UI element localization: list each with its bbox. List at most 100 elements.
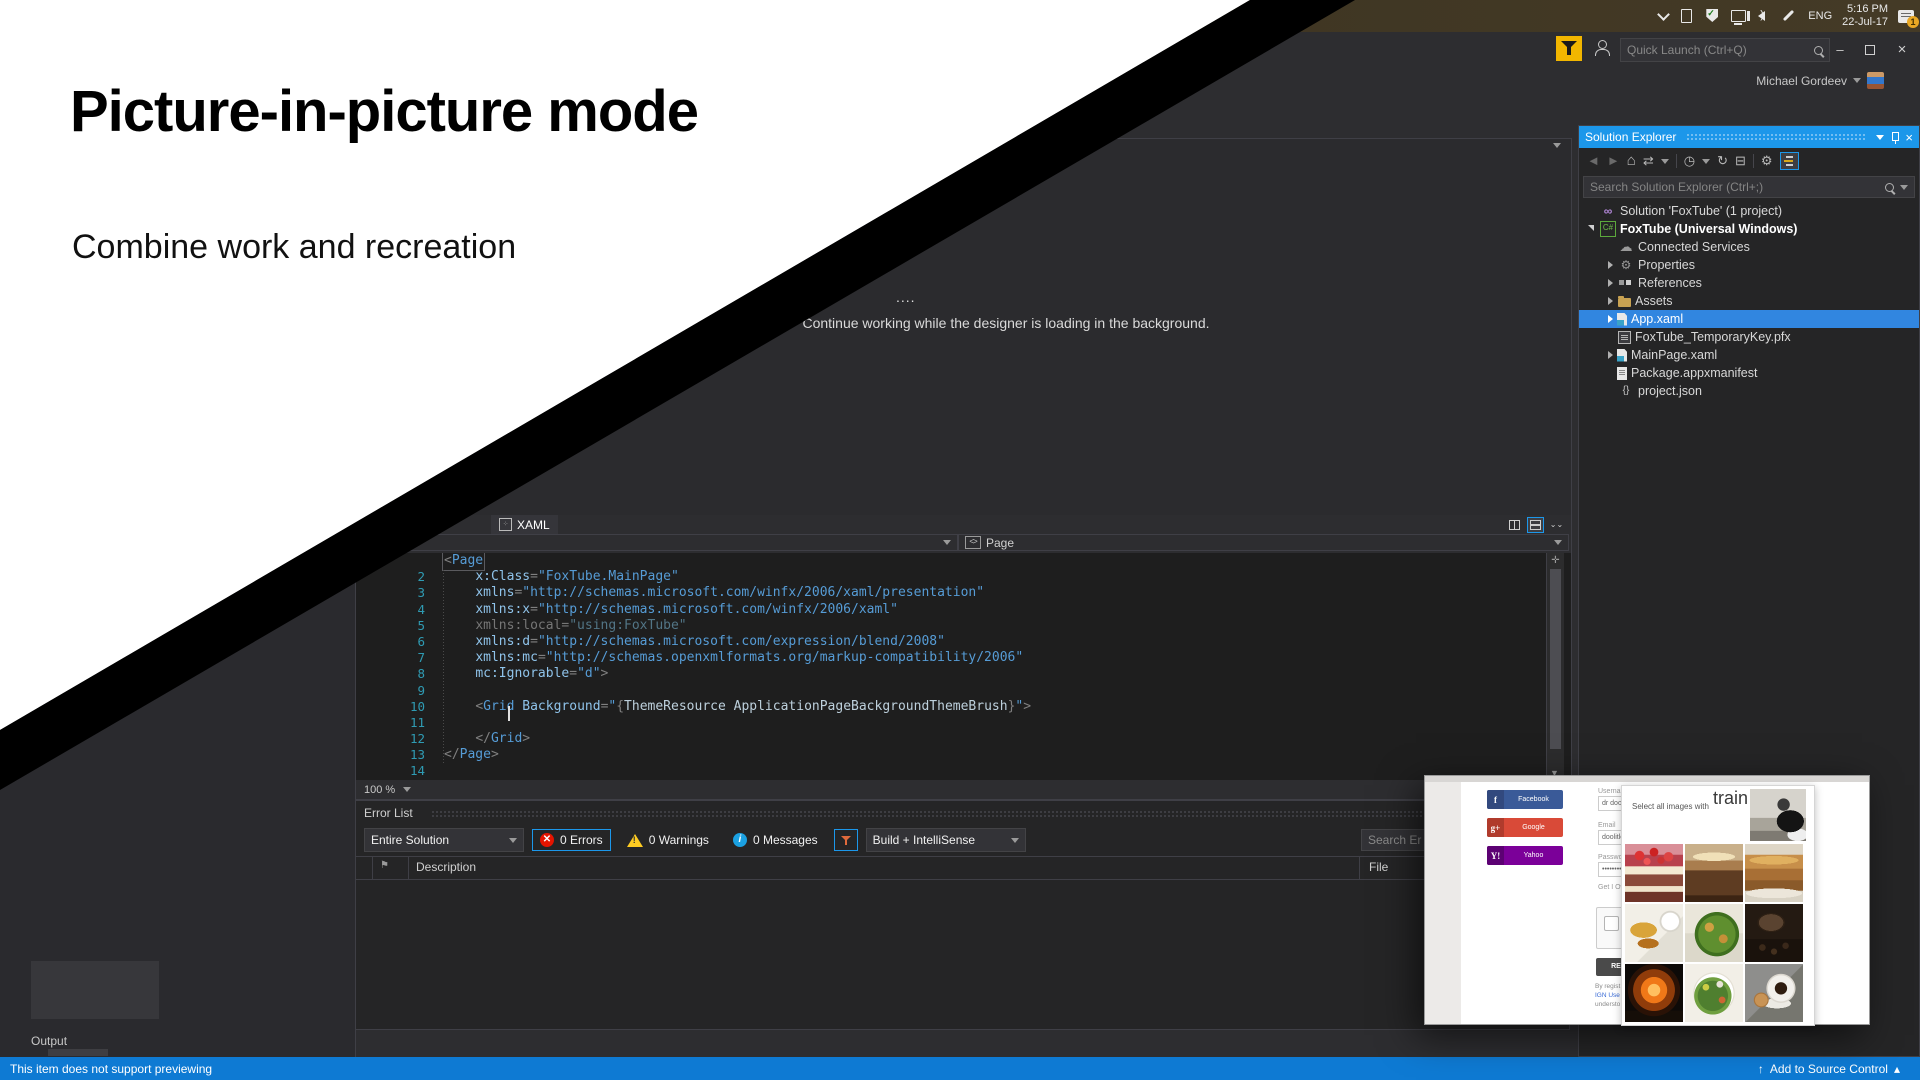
- tab-output[interactable]: Output: [31, 1034, 67, 1048]
- pip-window[interactable]: f Facebook g+ Google Y! Yahoo Userna dr …: [1424, 775, 1870, 1025]
- scope-filter-combo[interactable]: Entire Solution: [364, 828, 524, 852]
- code-line[interactable]: 8 mc:Ignorable="d">: [356, 666, 1571, 682]
- code-line[interactable]: 14: [356, 763, 1571, 779]
- breadcrumb-document-combo[interactable]: [356, 534, 958, 551]
- code-line[interactable]: 9: [356, 683, 1571, 699]
- forward-icon[interactable]: ►: [1607, 153, 1620, 169]
- tree-item-assets[interactable]: Assets: [1579, 292, 1919, 310]
- pen-icon[interactable]: [1782, 9, 1798, 23]
- tree-item-solution-foxtube[interactable]: ∞Solution 'FoxTube' (1 project): [1579, 202, 1919, 220]
- captcha-cell-beans[interactable]: [1745, 904, 1803, 962]
- code-line[interactable]: 12 </Grid>: [356, 731, 1571, 747]
- back-icon[interactable]: ◄: [1587, 153, 1600, 169]
- code-line[interactable]: 10 <Grid Background="{ThemeResource Appl…: [356, 699, 1571, 715]
- avatar[interactable]: [1867, 72, 1884, 89]
- sync-with-active-document-icon[interactable]: ⇄: [1643, 153, 1654, 169]
- column-file[interactable]: File: [1369, 860, 1388, 874]
- code-line[interactable]: 7 xmlns:mc="http://schemas.openxmlformat…: [356, 650, 1571, 666]
- tree-item-foxtube-temporarykey-pfx[interactable]: FoxTube_TemporaryKey.pfx: [1579, 328, 1919, 346]
- show-all-files-button[interactable]: [1780, 152, 1799, 170]
- code-line[interactable]: 2 x:Class="FoxTube.MainPage": [356, 569, 1571, 585]
- code-line[interactable]: 6 xmlns:d="http://schemas.microsoft.com/…: [356, 634, 1571, 650]
- editor-vertical-scrollbar[interactable]: ✛ ▼: [1546, 553, 1564, 780]
- chevron-down-icon[interactable]: [1661, 159, 1669, 164]
- code-line[interactable]: 3 xmlns="http://schemas.microsoft.com/wi…: [356, 585, 1571, 601]
- split-vertical-button[interactable]: [1506, 517, 1523, 533]
- captcha-cell-pancakes[interactable]: [1745, 844, 1803, 902]
- solution-explorer-search-input[interactable]: Search Solution Explorer (Ctrl+;): [1583, 176, 1915, 198]
- errors-filter-button[interactable]: ✕ 0 Errors: [532, 829, 611, 851]
- tree-item-app-xaml[interactable]: App.xaml: [1579, 310, 1919, 328]
- captcha-cell-coffee[interactable]: [1745, 964, 1803, 1022]
- code-line[interactable]: 1<Page: [356, 553, 1571, 569]
- code-line[interactable]: 11: [356, 715, 1571, 731]
- home-icon[interactable]: ⌂: [1627, 153, 1636, 169]
- build-filter-combo[interactable]: Build + IntelliSense: [866, 828, 1026, 852]
- expander-open-icon[interactable]: [1589, 225, 1597, 233]
- column-description[interactable]: Description: [416, 860, 476, 874]
- code-editor[interactable]: 1<Page2 x:Class="FoxTube.MainPage"3 xmln…: [355, 553, 1572, 780]
- captcha-cell-breakfast[interactable]: [1625, 904, 1683, 962]
- defender-shield-icon[interactable]: [1704, 9, 1720, 23]
- tree-item-project-json[interactable]: {}project.json: [1579, 382, 1919, 400]
- quick-launch-input[interactable]: Quick Launch (Ctrl+Q): [1620, 38, 1830, 62]
- network-monitor-icon[interactable]: [1730, 9, 1746, 23]
- google-login-button[interactable]: g+ Google: [1487, 818, 1563, 837]
- tree-item-connected-services[interactable]: ☁Connected Services: [1579, 238, 1919, 256]
- yahoo-login-button[interactable]: Y! Yahoo: [1487, 846, 1563, 865]
- properties-wrench-icon[interactable]: ⚙: [1761, 153, 1773, 169]
- feedback-flag-icon[interactable]: [1556, 36, 1582, 61]
- messages-filter-button[interactable]: i 0 Messages: [725, 829, 826, 851]
- minimize-button[interactable]: –: [1828, 40, 1852, 60]
- signed-in-user[interactable]: Michael Gordeev: [1756, 72, 1884, 89]
- facebook-login-button[interactable]: f Facebook: [1487, 790, 1563, 809]
- chevron-down-icon[interactable]: [1876, 135, 1884, 140]
- splitter-grip-icon[interactable]: ✛: [1550, 555, 1561, 566]
- tree-item-references[interactable]: References: [1579, 274, 1919, 292]
- pin-icon[interactable]: [1890, 131, 1899, 144]
- tree-item-mainpage-xaml[interactable]: MainPage.xaml: [1579, 346, 1919, 364]
- expander-closed-icon[interactable]: [1607, 315, 1615, 323]
- language-indicator[interactable]: ENG: [1808, 10, 1832, 22]
- captcha-cell-salad[interactable]: [1685, 904, 1743, 962]
- close-icon[interactable]: ×: [1905, 130, 1913, 145]
- code-line[interactable]: 13</Page>: [356, 747, 1571, 763]
- captcha-cell-pudding[interactable]: [1685, 844, 1743, 902]
- split-horizontal-button[interactable]: [1527, 517, 1544, 533]
- add-to-source-control[interactable]: ↑ Add to Source Control ▴: [1758, 1062, 1900, 1076]
- action-center-icon[interactable]: [1898, 10, 1914, 23]
- captcha-cell-lamp[interactable]: [1625, 964, 1683, 1022]
- intellisense-filter-button[interactable]: [834, 829, 858, 851]
- close-button[interactable]: ×: [1890, 40, 1914, 60]
- captcha-cell-cake[interactable]: [1625, 844, 1683, 902]
- usb-icon[interactable]: [1678, 9, 1694, 23]
- collapse-pane-button[interactable]: ⌄⌄: [1548, 517, 1565, 533]
- collapse-all-icon[interactable]: ⊟: [1735, 153, 1746, 169]
- legal-link[interactable]: IGN Use: [1595, 991, 1620, 1000]
- solution-explorer-titlebar[interactable]: Solution Explorer ×: [1579, 126, 1919, 148]
- tab-xaml[interactable]: ⁘ XAML: [491, 515, 558, 534]
- zoom-control[interactable]: 100 %: [356, 784, 432, 796]
- refresh-icon[interactable]: ↻: [1717, 153, 1728, 169]
- warnings-filter-button[interactable]: 0 Warnings: [619, 829, 717, 851]
- scrollbar-thumb[interactable]: [1550, 569, 1561, 749]
- send-feedback-icon[interactable]: [1594, 40, 1610, 56]
- code-line[interactable]: 4 xmlns:x="http://schemas.microsoft.com/…: [356, 602, 1571, 618]
- chevron-down-icon[interactable]: [1702, 159, 1710, 164]
- speaker-icon[interactable]: [1756, 9, 1772, 23]
- designer-dropdown-icon[interactable]: [1553, 143, 1561, 148]
- restore-button[interactable]: [1858, 40, 1882, 60]
- tree-item-package-appxmanifest[interactable]: Package.appxmanifest: [1579, 364, 1919, 382]
- expander-closed-icon[interactable]: [1607, 261, 1615, 269]
- expander-closed-icon[interactable]: [1607, 351, 1615, 359]
- severity-column-icon[interactable]: ⚑: [380, 860, 389, 871]
- pending-changes-icon[interactable]: ◷: [1684, 153, 1695, 169]
- code-line[interactable]: 5 xmlns:local="using:FoxTube": [356, 618, 1571, 634]
- expander-closed-icon[interactable]: [1607, 279, 1615, 287]
- captcha-cell-salad2[interactable]: [1685, 964, 1743, 1022]
- tree-item-properties[interactable]: ⚙Properties: [1579, 256, 1919, 274]
- expander-closed-icon[interactable]: [1607, 297, 1615, 305]
- tree-item-project-foxtube[interactable]: C#FoxTube (Universal Windows): [1579, 220, 1919, 238]
- tray-chevron-icon[interactable]: [1657, 8, 1670, 21]
- clock[interactable]: 5:16 PM 22-Jul-17: [1842, 3, 1888, 29]
